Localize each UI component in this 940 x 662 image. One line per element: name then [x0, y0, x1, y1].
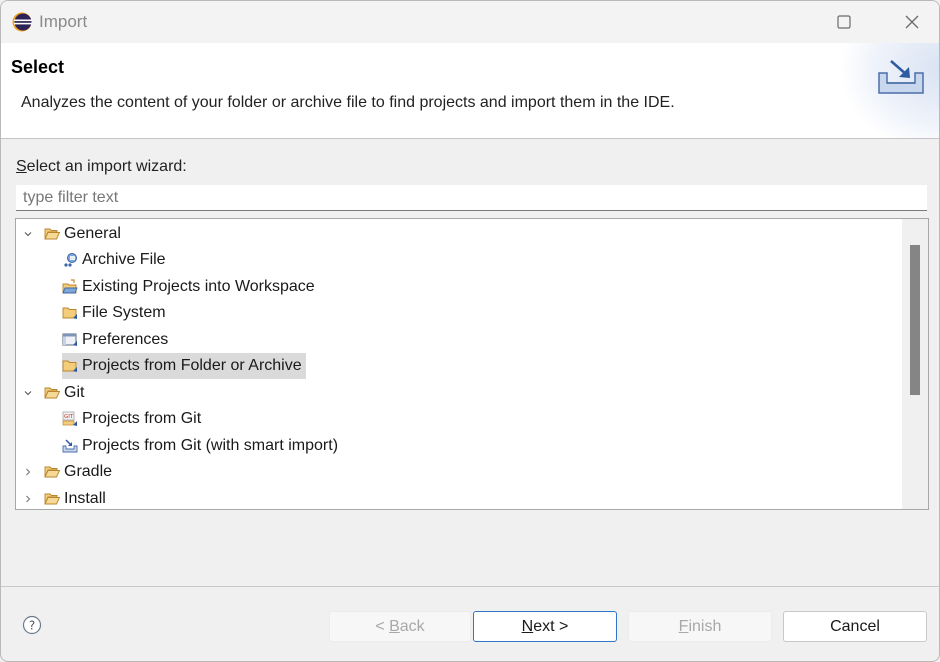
- tree-item-label: Git: [64, 384, 85, 401]
- folder-open-icon: [44, 491, 60, 507]
- tree-item-label: Projects from Git (with smart import): [82, 437, 339, 454]
- tree-item-file-system[interactable]: File System: [62, 300, 166, 326]
- tree-item-projects-from-git-smart[interactable]: Projects from Git (with smart import): [62, 433, 338, 459]
- file-system-icon: [62, 305, 78, 321]
- help-icon[interactable]: ?: [22, 615, 42, 635]
- folder-open-icon: [44, 385, 60, 401]
- window-title: Import: [39, 12, 88, 31]
- label-text: elect an import wizard:: [26, 158, 187, 175]
- eclipse-logo-icon: [12, 12, 32, 32]
- next-label: ext >: [533, 617, 569, 635]
- tree-item-label: General: [64, 225, 121, 242]
- next-mnemonic: N: [521, 617, 534, 635]
- scrollbar-thumb[interactable]: [910, 245, 920, 395]
- chevron-down-icon[interactable]: [20, 226, 36, 242]
- chevron-down-icon[interactable]: [20, 385, 36, 401]
- finish-mnemonic: F: [678, 617, 689, 635]
- page-description: Analyzes the content of your folder or a…: [21, 94, 675, 111]
- back-prefix: <: [375, 617, 390, 635]
- tree-item-preferences[interactable]: Preferences: [62, 327, 168, 353]
- tree-item-label: File System: [82, 304, 166, 321]
- tree-item-label: Existing Projects into Workspace: [82, 278, 315, 295]
- wizard-tree: General Archive File Existing Projects i…: [15, 218, 929, 510]
- tree-item-label: Gradle: [64, 463, 113, 480]
- preferences-icon: [62, 332, 78, 348]
- folder-open-icon: [44, 226, 60, 242]
- close-button[interactable]: [889, 1, 935, 43]
- folder-icon: [62, 358, 78, 374]
- vertical-scrollbar[interactable]: [902, 219, 928, 509]
- chevron-right-icon[interactable]: [20, 464, 36, 480]
- back-button[interactable]: < Back: [329, 611, 471, 642]
- svg-text:GIT: GIT: [64, 414, 74, 420]
- tree-item-label: Install: [64, 490, 106, 507]
- maximize-icon: [837, 15, 851, 29]
- tree-item-label: Preferences: [82, 331, 169, 348]
- label-mnemonic: S: [16, 158, 27, 175]
- close-icon: [905, 15, 919, 29]
- svg-text:?: ?: [29, 619, 35, 633]
- finish-button[interactable]: Finish: [628, 611, 772, 642]
- tree-item-archive-file[interactable]: Archive File: [62, 247, 166, 273]
- chevron-right-icon[interactable]: [20, 491, 36, 507]
- footer-divider: [1, 586, 939, 587]
- back-label: ack: [399, 617, 425, 635]
- archive-file-icon: [62, 252, 78, 268]
- tree-item-git[interactable]: Git: [20, 380, 84, 406]
- git-icon: GIT: [62, 411, 78, 427]
- tree-item-install[interactable]: Install: [20, 486, 106, 509]
- tree-item-label: Projects from Folder or Archive: [82, 357, 302, 374]
- folder-open-icon: [44, 464, 60, 480]
- wizard-header: Select Analyzes the content of your fold…: [1, 43, 939, 139]
- maximize-button[interactable]: [821, 1, 867, 43]
- tree-item-label: Archive File: [82, 251, 166, 268]
- page-title: Select: [11, 57, 65, 77]
- finish-label: inish: [688, 617, 722, 635]
- wizard-list-label: Select an import wizard:: [16, 158, 187, 176]
- tree-item-label: Projects from Git: [82, 410, 202, 427]
- tree-item-general[interactable]: General: [20, 221, 121, 247]
- next-button[interactable]: Next >: [473, 611, 617, 642]
- cancel-label: Cancel: [830, 617, 880, 635]
- tree-item-projects-from-git[interactable]: GIT Projects from Git: [62, 406, 201, 432]
- title-bar: Import: [1, 1, 939, 43]
- cancel-button[interactable]: Cancel: [783, 611, 927, 642]
- back-mnemonic: B: [389, 617, 400, 635]
- existing-projects-icon: [62, 279, 78, 295]
- tree-item-existing-projects[interactable]: Existing Projects into Workspace: [62, 274, 315, 300]
- import-dialog: Import Select Analyzes the content of yo…: [0, 0, 940, 662]
- tree-item-gradle[interactable]: Gradle: [20, 459, 112, 485]
- tree-item-projects-from-folder[interactable]: Projects from Folder or Archive: [62, 353, 306, 379]
- import-wizard-icon: [878, 60, 924, 94]
- filter-input[interactable]: [16, 185, 927, 211]
- smart-import-icon: [62, 438, 78, 454]
